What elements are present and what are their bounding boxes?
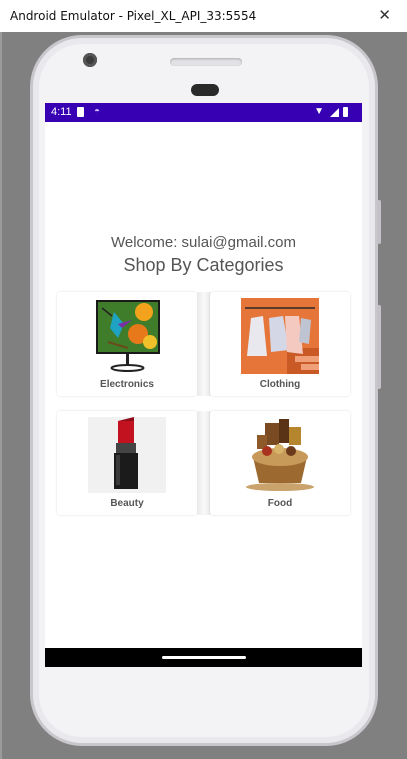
wifi-calling-icon: ◓ (94, 106, 101, 117)
wifi-icon: ▼ (314, 106, 324, 117)
clothes-rack-image (241, 298, 319, 374)
gift-basket-image (241, 417, 319, 493)
lipstick-image (88, 417, 166, 493)
category-label: Electronics (100, 379, 154, 390)
status-bar: 4:11 ◓ ▼ (45, 103, 362, 122)
home-gesture-handle[interactable] (162, 656, 246, 659)
proximity-sensor (191, 84, 219, 96)
window-title: Android Emulator - Pixel_XL_API_33:5554 (10, 9, 257, 23)
category-label: Beauty (110, 498, 144, 509)
grid-divider (197, 292, 211, 396)
close-icon[interactable]: ✕ (378, 6, 391, 24)
category-label: Clothing (259, 379, 301, 390)
cell-signal-icon (330, 108, 339, 117)
earpiece-speaker (170, 58, 242, 66)
category-card-clothing[interactable]: Clothing (210, 292, 350, 396)
device-screen: 4:11 ◓ ▼ Welcome: sulai@gmail.com Shop B… (45, 103, 362, 667)
emulator-title-bar: Android Emulator - Pixel_XL_API_33:5554 … (0, 0, 407, 32)
grid-divider (197, 411, 211, 515)
battery-icon (343, 107, 348, 117)
category-card-beauty[interactable]: Beauty (57, 411, 197, 515)
tv-hummingbird-image (88, 298, 166, 374)
volume-button[interactable] (377, 305, 381, 389)
category-card-food[interactable]: Food (210, 411, 350, 515)
category-card-electronics[interactable]: Electronics (57, 292, 197, 396)
navigation-bar (45, 648, 362, 667)
category-label: Food (267, 498, 293, 509)
front-camera-icon (83, 53, 97, 67)
page-title: Shop By Categories (123, 255, 284, 275)
welcome-text: Welcome: sulai@gmail.com (110, 234, 296, 251)
window-edge (0, 32, 2, 759)
status-time: 4:11 (51, 106, 72, 118)
sd-card-icon (77, 107, 84, 117)
power-button[interactable] (377, 200, 381, 244)
